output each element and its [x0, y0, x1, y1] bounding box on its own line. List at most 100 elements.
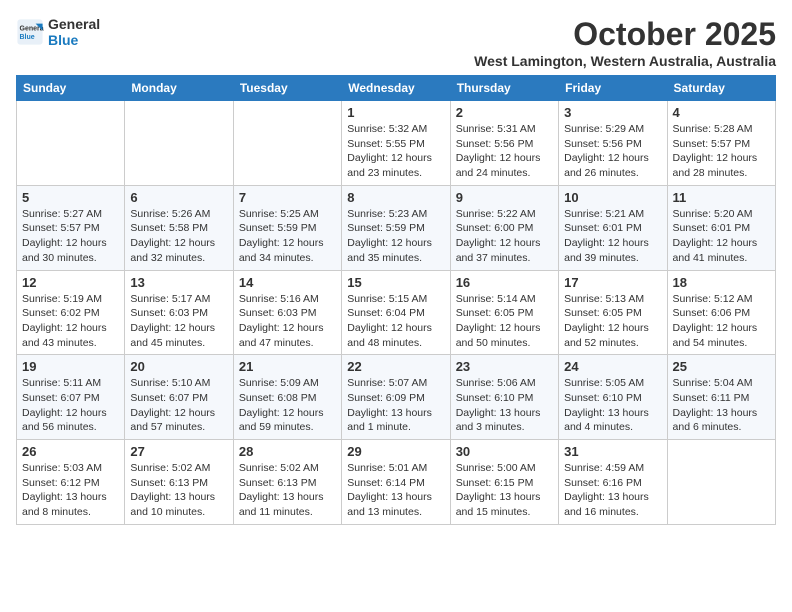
calendar-cell	[233, 101, 341, 186]
location-title: West Lamington, Western Australia, Austr…	[474, 53, 776, 69]
cell-info: Sunrise: 5:26 AM Sunset: 5:58 PM Dayligh…	[130, 207, 227, 266]
cell-date: 11	[673, 190, 770, 205]
svg-text:Blue: Blue	[20, 34, 35, 41]
calendar-cell: 17 Sunrise: 5:13 AM Sunset: 6:05 PM Dayli…	[559, 270, 667, 355]
cell-info: Sunrise: 5:17 AM Sunset: 6:03 PM Dayligh…	[130, 292, 227, 351]
cell-date: 2	[456, 105, 553, 120]
page-header: General Blue General Blue October 2025 W…	[16, 16, 776, 69]
day-header-thursday: Thursday	[450, 76, 558, 101]
cell-date: 15	[347, 275, 444, 290]
cell-date: 16	[456, 275, 553, 290]
calendar-cell: 31 Sunrise: 4:59 AM Sunset: 6:16 PM Dayli…	[559, 440, 667, 525]
calendar-cell: 10Sunrise: 5:21 AM Sunset: 6:01 PM Dayli…	[559, 185, 667, 270]
day-header-friday: Friday	[559, 76, 667, 101]
cell-date: 6	[130, 190, 227, 205]
calendar-cell: 11 Sunrise: 5:20 AM Sunset: 6:01 PM Dayli…	[667, 185, 775, 270]
day-header-monday: Monday	[125, 76, 233, 101]
calendar-cell: 14 Sunrise: 5:16 AM Sunset: 6:03 PM Dayli…	[233, 270, 341, 355]
calendar-cell: 28Sunrise: 5:02 AM Sunset: 6:13 PM Dayli…	[233, 440, 341, 525]
cell-info: Sunrise: 5:29 AM Sunset: 5:56 PM Dayligh…	[564, 122, 661, 181]
calendar-cell: 9Sunrise: 5:22 AM Sunset: 6:00 PM Daylig…	[450, 185, 558, 270]
calendar-cell: 13 Sunrise: 5:17 AM Sunset: 6:03 PM Dayli…	[125, 270, 233, 355]
logo-text-line1: General	[48, 16, 100, 32]
calendar-cell: 12 Sunrise: 5:19 AM Sunset: 6:02 PM Dayli…	[17, 270, 125, 355]
cell-date: 19	[22, 359, 119, 374]
calendar-cell	[17, 101, 125, 186]
cell-date: 23	[456, 359, 553, 374]
calendar-cell: 3 Sunrise: 5:29 AM Sunset: 5:56 PM Daylig…	[559, 101, 667, 186]
cell-info: Sunrise: 5:21 AM Sunset: 6:01 PM Dayligh…	[564, 207, 661, 266]
cell-info: Sunrise: 5:32 AM Sunset: 5:55 PM Dayligh…	[347, 122, 444, 181]
cell-info: Sunrise: 5:14 AM Sunset: 6:05 PM Dayligh…	[456, 292, 553, 351]
cell-date: 14	[239, 275, 336, 290]
cell-info: Sunrise: 5:02 AM Sunset: 6:13 PM Dayligh…	[239, 461, 336, 520]
cell-info: Sunrise: 5:04 AM Sunset: 6:11 PM Dayligh…	[673, 376, 770, 435]
cell-info: Sunrise: 5:13 AM Sunset: 6:05 PM Dayligh…	[564, 292, 661, 351]
calendar-cell: 27 Sunrise: 5:02 AM Sunset: 6:13 PM Dayli…	[125, 440, 233, 525]
calendar-cell	[667, 440, 775, 525]
calendar-cell: 6 Sunrise: 5:26 AM Sunset: 5:58 PM Daylig…	[125, 185, 233, 270]
day-header-wednesday: Wednesday	[342, 76, 450, 101]
cell-date: 30	[456, 444, 553, 459]
cell-info: Sunrise: 5:20 AM Sunset: 6:01 PM Dayligh…	[673, 207, 770, 266]
cell-info: Sunrise: 5:22 AM Sunset: 6:00 PM Dayligh…	[456, 207, 553, 266]
day-header-tuesday: Tuesday	[233, 76, 341, 101]
week-row-3: 12 Sunrise: 5:19 AM Sunset: 6:02 PM Dayli…	[17, 270, 776, 355]
calendar-cell: 25Sunrise: 5:04 AM Sunset: 6:11 PM Dayli…	[667, 355, 775, 440]
cell-date: 20	[130, 359, 227, 374]
calendar-cell: 19 Sunrise: 5:11 AM Sunset: 6:07 PM Dayli…	[17, 355, 125, 440]
day-header-saturday: Saturday	[667, 76, 775, 101]
calendar-cell: 7Sunrise: 5:25 AM Sunset: 5:59 PM Daylig…	[233, 185, 341, 270]
cell-info: Sunrise: 4:59 AM Sunset: 6:16 PM Dayligh…	[564, 461, 661, 520]
week-row-5: 26 Sunrise: 5:03 AM Sunset: 6:12 PM Dayli…	[17, 440, 776, 525]
calendar-cell: 21 Sunrise: 5:09 AM Sunset: 6:08 PM Dayli…	[233, 355, 341, 440]
cell-date: 27	[130, 444, 227, 459]
calendar-cell: 16 Sunrise: 5:14 AM Sunset: 6:05 PM Dayli…	[450, 270, 558, 355]
cell-info: Sunrise: 5:16 AM Sunset: 6:03 PM Dayligh…	[239, 292, 336, 351]
calendar-cell	[125, 101, 233, 186]
week-row-1: 1 Sunrise: 5:32 AM Sunset: 5:55 PM Daylig…	[17, 101, 776, 186]
cell-date: 26	[22, 444, 119, 459]
calendar-cell: 4 Sunrise: 5:28 AM Sunset: 5:57 PM Daylig…	[667, 101, 775, 186]
cell-date: 22	[347, 359, 444, 374]
cell-info: Sunrise: 5:09 AM Sunset: 6:08 PM Dayligh…	[239, 376, 336, 435]
cell-info: Sunrise: 5:25 AM Sunset: 5:59 PM Dayligh…	[239, 207, 336, 266]
calendar-cell: 24Sunrise: 5:05 AM Sunset: 6:10 PM Dayli…	[559, 355, 667, 440]
cell-date: 3	[564, 105, 661, 120]
header-row: SundayMondayTuesdayWednesdayThursdayFrid…	[17, 76, 776, 101]
cell-date: 8	[347, 190, 444, 205]
cell-date: 17	[564, 275, 661, 290]
cell-date: 18	[673, 275, 770, 290]
cell-info: Sunrise: 5:23 AM Sunset: 5:59 PM Dayligh…	[347, 207, 444, 266]
cell-info: Sunrise: 5:00 AM Sunset: 6:15 PM Dayligh…	[456, 461, 553, 520]
cell-date: 13	[130, 275, 227, 290]
cell-info: Sunrise: 5:02 AM Sunset: 6:13 PM Dayligh…	[130, 461, 227, 520]
calendar-cell: 30 Sunrise: 5:00 AM Sunset: 6:15 PM Dayli…	[450, 440, 558, 525]
cell-info: Sunrise: 5:03 AM Sunset: 6:12 PM Dayligh…	[22, 461, 119, 520]
cell-date: 31	[564, 444, 661, 459]
calendar-cell: 5Sunrise: 5:27 AM Sunset: 5:57 PM Daylig…	[17, 185, 125, 270]
cell-info: Sunrise: 5:12 AM Sunset: 6:06 PM Dayligh…	[673, 292, 770, 351]
logo-text-line2: Blue	[48, 32, 100, 48]
cell-info: Sunrise: 5:28 AM Sunset: 5:57 PM Dayligh…	[673, 122, 770, 181]
calendar-cell: 18 Sunrise: 5:12 AM Sunset: 6:06 PM Dayli…	[667, 270, 775, 355]
cell-info: Sunrise: 5:27 AM Sunset: 5:57 PM Dayligh…	[22, 207, 119, 266]
title-block: October 2025 West Lamington, Western Aus…	[474, 16, 776, 69]
cell-date: 21	[239, 359, 336, 374]
day-header-sunday: Sunday	[17, 76, 125, 101]
cell-info: Sunrise: 5:15 AM Sunset: 6:04 PM Dayligh…	[347, 292, 444, 351]
cell-date: 4	[673, 105, 770, 120]
cell-info: Sunrise: 5:11 AM Sunset: 6:07 PM Dayligh…	[22, 376, 119, 435]
calendar-cell: 20Sunrise: 5:10 AM Sunset: 6:07 PM Dayli…	[125, 355, 233, 440]
cell-date: 29	[347, 444, 444, 459]
calendar-cell: 26 Sunrise: 5:03 AM Sunset: 6:12 PM Dayli…	[17, 440, 125, 525]
week-row-4: 19 Sunrise: 5:11 AM Sunset: 6:07 PM Dayli…	[17, 355, 776, 440]
calendar-cell: 15 Sunrise: 5:15 AM Sunset: 6:04 PM Dayli…	[342, 270, 450, 355]
cell-date: 1	[347, 105, 444, 120]
month-title: October 2025	[474, 16, 776, 53]
cell-info: Sunrise: 5:19 AM Sunset: 6:02 PM Dayligh…	[22, 292, 119, 351]
cell-info: Sunrise: 5:06 AM Sunset: 6:10 PM Dayligh…	[456, 376, 553, 435]
logo: General Blue General Blue	[16, 16, 100, 48]
calendar-cell: 8 Sunrise: 5:23 AM Sunset: 5:59 PM Daylig…	[342, 185, 450, 270]
cell-date: 12	[22, 275, 119, 290]
